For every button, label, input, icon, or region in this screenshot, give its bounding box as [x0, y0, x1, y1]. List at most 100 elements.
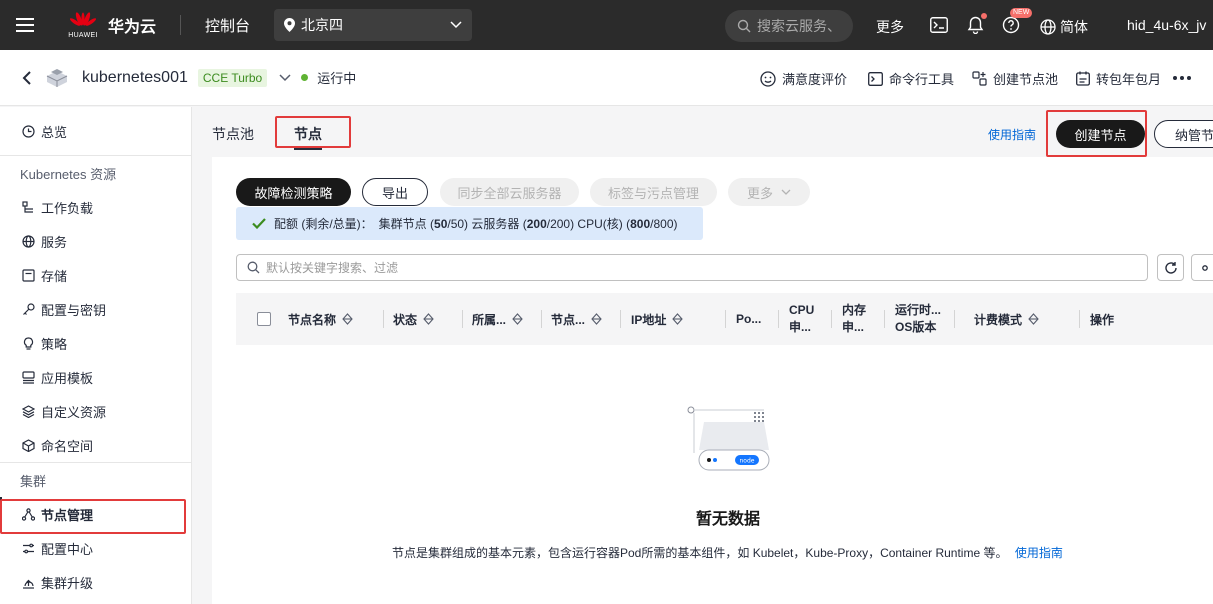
column-cpu-request[interactable]: CPU 申...: [789, 293, 814, 345]
sidebar-item-policies[interactable]: 策略: [0, 326, 191, 360]
global-search[interactable]: 搜索云服务、: [725, 10, 853, 42]
node-pool-icon: [972, 71, 987, 86]
layers-icon: [22, 404, 35, 418]
column-ip-address[interactable]: IP地址: [631, 293, 684, 345]
more-actions-label: 更多: [746, 185, 773, 201]
node-search-input[interactable]: 默认按关键字搜索、过滤: [236, 254, 1148, 281]
table-header: 节点名称 状态 所属... 节点... IP地址 Po... CPU 申... …: [236, 293, 1213, 345]
region-label: 北京四: [301, 17, 344, 33]
empty-node-illustration: node: [687, 406, 770, 471]
sidebar-item-label: 服务: [41, 234, 68, 250]
column-node-name[interactable]: 节点名称: [288, 293, 353, 345]
language-switch[interactable]: 简体: [1040, 17, 1088, 37]
region-selector[interactable]: 北京四: [274, 9, 473, 41]
menu-icon[interactable]: [0, 0, 50, 50]
column-billing-mode[interactable]: 计费模式: [974, 293, 1039, 345]
empty-description-text: 节点是集群组成的基本元素，包含运行容器Pod所需的基本组件，如 Kubelet，…: [392, 546, 1008, 560]
sort-icon[interactable]: [342, 313, 353, 325]
column-label: 状态: [393, 312, 418, 327]
sidebar-item-config-center[interactable]: 配置中心: [0, 531, 191, 565]
overview-icon: [22, 124, 35, 138]
back-arrow-icon[interactable]: [20, 70, 34, 86]
convert-billing-label: 转包年包月: [1096, 72, 1162, 87]
sidebar-item-services[interactable]: 服务: [0, 224, 191, 258]
sidebar-item-label: 工作负载: [41, 200, 94, 216]
brand-name[interactable]: 华为云: [108, 13, 156, 37]
sort-icon[interactable]: [1028, 313, 1039, 325]
create-node-pool-label: 创建节点池: [993, 72, 1059, 87]
globe-icon: [22, 234, 35, 248]
settings-icon: [23, 543, 34, 553]
create-node-pool-button[interactable]: 创建节点池: [972, 69, 1058, 88]
column-label: 计费模式: [974, 312, 1023, 327]
sidebar-item-config-secrets[interactable]: 配置与密钥: [0, 292, 191, 326]
sidebar-item-label: 配置与密钥: [41, 302, 107, 318]
cli-tool-button[interactable]: 命令行工具: [868, 69, 954, 88]
sidebar-item-label: 配置中心: [41, 541, 94, 557]
user-menu[interactable]: hid_4u-6x_jv: [1127, 17, 1206, 33]
sidebar-item-cluster-upgrade[interactable]: 集群升级: [0, 565, 191, 599]
key-icon: [23, 302, 35, 315]
console-link[interactable]: 控制台: [205, 15, 250, 36]
check-icon: [252, 218, 266, 229]
sync-servers-button[interactable]: 同步全部云服务器: [440, 178, 579, 206]
terminal-icon[interactable]: [929, 15, 949, 35]
tab-node-pool[interactable]: 节点池: [212, 124, 254, 144]
sidebar-item-label: 集群升级: [41, 575, 94, 591]
more-options-icon[interactable]: [1173, 76, 1191, 80]
feedback-button[interactable]: 满意度评价: [760, 69, 847, 88]
refresh-button[interactable]: [1157, 254, 1184, 281]
select-all-checkbox[interactable]: [257, 312, 271, 326]
cli-tool-label: 命令行工具: [889, 72, 955, 87]
column-label: Po...: [736, 312, 762, 326]
column-memory-request[interactable]: 内存 申...: [842, 293, 866, 345]
manage-node-button[interactable]: 纳管节点: [1154, 120, 1213, 148]
huawei-logo[interactable]: HUAWEI: [58, 11, 108, 39]
sort-icon[interactable]: [591, 313, 602, 325]
column-label: IP地址: [631, 312, 667, 327]
search-placeholder: 默认按关键字搜索、过滤: [266, 261, 399, 275]
sidebar-item-overview[interactable]: 总览: [0, 114, 191, 148]
sidebar-item-label: 命名空间: [41, 438, 94, 454]
more-actions-button[interactable]: 更多: [728, 178, 810, 206]
top-navbar: HUAWEI 华为云 控制台 北京四 搜索云服务、 更多 NEW 简体 hid_…: [0, 0, 1213, 50]
export-button[interactable]: 导出: [362, 178, 428, 206]
quota-cpu-remaining: 800: [630, 216, 651, 231]
label-taint-button[interactable]: 标签与污点管理: [590, 178, 717, 206]
convert-billing-button[interactable]: 转包年包月: [1076, 69, 1161, 88]
sidebar-item-app-templates[interactable]: 应用模板: [0, 360, 191, 394]
table-settings-button[interactable]: [1191, 254, 1213, 281]
column-pod[interactable]: Po...: [736, 293, 761, 345]
sort-icon[interactable]: [672, 313, 684, 325]
workload-icon: [22, 200, 33, 213]
sort-icon[interactable]: [423, 313, 434, 325]
sidebar-item-namespaces[interactable]: 命名空间: [0, 428, 191, 462]
sidebar-item-label: 存储: [41, 268, 68, 284]
quota-banner: 配额 (剩余/总量)： 集群节点 (50/50) 云服务器 (200/200) …: [236, 207, 703, 240]
column-runtime-os[interactable]: 运行时... OS版本: [895, 293, 941, 345]
bell-icon[interactable]: [965, 13, 987, 35]
sidebar-item-storage[interactable]: 存储: [0, 258, 191, 292]
highlight-box-sidebar: [0, 499, 186, 534]
empty-guide-link[interactable]: 使用指南: [1015, 546, 1063, 560]
empty-state-description: 节点是集群组成的基本元素，包含运行容器Pod所需的基本组件，如 Kubelet，…: [392, 544, 1063, 561]
feedback-label: 满意度评价: [782, 72, 848, 87]
chevron-down-icon: [781, 189, 791, 195]
storage-icon: [22, 268, 35, 282]
column-node-type[interactable]: 节点...: [551, 293, 602, 345]
more-menu[interactable]: 更多: [876, 17, 904, 37]
sidebar-item-label: 自定义资源: [41, 404, 107, 420]
fault-detection-policy-button[interactable]: 故障检测策略: [236, 178, 351, 206]
help-icon[interactable]: NEW: [1001, 8, 1033, 35]
user-guide-link[interactable]: 使用指南: [988, 126, 1036, 143]
cluster-switch-chevron-icon[interactable]: [279, 73, 291, 82]
column-status[interactable]: 状态: [393, 293, 434, 345]
sort-icon[interactable]: [512, 313, 523, 325]
logo-text: HUAWEI: [68, 32, 98, 39]
highlight-box-create: [1046, 110, 1147, 157]
column-belongs[interactable]: 所属...: [472, 293, 523, 345]
sidebar-item-custom-resources[interactable]: 自定义资源: [0, 394, 191, 428]
quota-servers-remaining: 200: [526, 216, 547, 231]
sidebar-item-workloads[interactable]: 工作负载: [0, 190, 191, 224]
refresh-icon: [1164, 261, 1177, 274]
